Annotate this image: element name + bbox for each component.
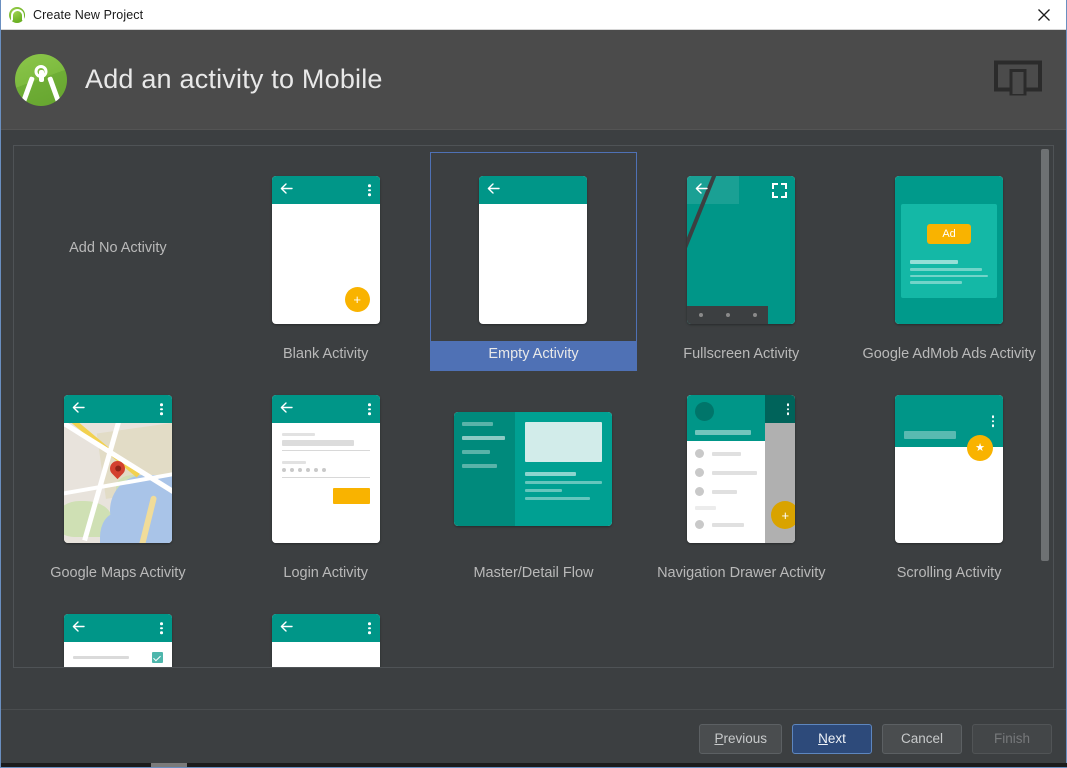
activity-label: Scrolling Activity xyxy=(896,565,1002,581)
back-arrow-icon xyxy=(695,181,708,199)
dialog-header: Add an activity to Mobile xyxy=(1,30,1066,130)
thumbnail-settings-activity xyxy=(15,597,221,667)
fullscreen-expand-icon xyxy=(772,183,788,203)
activity-cell-blank-activity[interactable]: + Blank Activity xyxy=(222,152,430,371)
ad-badge: Ad xyxy=(927,224,972,244)
overflow-menu-icon xyxy=(786,403,790,415)
thumbnail-blank-activity: + xyxy=(223,159,429,341)
activity-label: Master/Detail Flow xyxy=(473,565,594,581)
thumbnail-google-maps-activity xyxy=(15,378,221,560)
login-submit-button-preview xyxy=(332,488,370,504)
thumbnail-empty-activity xyxy=(431,159,637,341)
grid-row xyxy=(14,590,1053,667)
overflow-menu-icon xyxy=(160,622,163,634)
activity-cell-add-no-activity[interactable]: Add No Activity xyxy=(14,152,222,371)
thumbnail-admob-activity: Ad xyxy=(846,159,1052,341)
previous-button-label: revious xyxy=(723,731,767,746)
activity-label: Add No Activity xyxy=(69,240,167,256)
thumbnail-navigation-drawer-activity: + xyxy=(638,378,844,560)
next-button[interactable]: Next xyxy=(792,723,872,754)
previous-button[interactable]: Previous xyxy=(699,723,782,754)
thumbnail-scrolling-activity: ★ xyxy=(846,378,1052,560)
avatar xyxy=(695,402,715,421)
thumbnail-plain-activity xyxy=(223,597,429,667)
activity-label: Google Maps Activity xyxy=(50,565,186,581)
activity-cell-navigation-drawer-activity[interactable]: + Navigation Drawer Activity xyxy=(637,371,845,590)
cancel-button[interactable]: Cancel xyxy=(882,723,962,754)
title-bar: Create New Project xyxy=(1,0,1066,30)
activity-cell-master-detail-flow[interactable]: Master/Detail Flow xyxy=(430,371,638,590)
overflow-menu-icon xyxy=(991,415,995,427)
activity-label: Google AdMob Ads Activity xyxy=(862,346,1036,362)
taskbar-strip xyxy=(1,763,1067,767)
activity-template-grid[interactable]: Add No Activity + Blank Activity Empty A… xyxy=(13,145,1054,668)
map-preview xyxy=(63,423,172,543)
window-title: Create New Project xyxy=(33,7,144,22)
activity-cell-empty-slot-2 xyxy=(637,590,845,667)
activity-label: Login Activity xyxy=(283,565,369,581)
back-arrow-icon xyxy=(280,400,293,418)
back-arrow-icon xyxy=(72,400,85,418)
activity-label: Empty Activity xyxy=(430,341,637,370)
activity-cell-settings-activity[interactable] xyxy=(14,590,222,667)
activity-cell-row3-second[interactable] xyxy=(222,590,430,667)
page-title: Add an activity to Mobile xyxy=(85,64,383,94)
grid-row: Google Maps Activity Login Activity Mast… xyxy=(14,371,1053,590)
activity-cell-fullscreen-activity[interactable]: Fullscreen Activity xyxy=(637,152,845,371)
tablet-phone-form-factor-icon[interactable] xyxy=(994,59,1042,100)
activity-cell-google-maps-activity[interactable]: Google Maps Activity xyxy=(14,371,222,590)
fab-glyph: + xyxy=(353,292,361,307)
activity-cell-scrolling-activity[interactable]: ★ Scrolling Activity xyxy=(845,371,1053,590)
overflow-menu-icon xyxy=(368,622,371,634)
vertical-scrollbar[interactable] xyxy=(1038,147,1052,666)
activity-label: Fullscreen Activity xyxy=(683,346,800,362)
finish-button: Finish xyxy=(972,723,1052,754)
grid-row: Add No Activity + Blank Activity Empty A… xyxy=(14,152,1053,371)
dialog-footer: Previous Next Cancel Finish xyxy=(1,709,1066,767)
android-studio-icon xyxy=(9,6,25,23)
activity-cell-empty-slot-3 xyxy=(845,590,1053,667)
previous-button-mnemonic: P xyxy=(714,731,724,746)
overflow-menu-icon xyxy=(368,403,371,415)
thumbnail-master-detail-flow xyxy=(431,378,637,560)
activity-label: Navigation Drawer Activity xyxy=(657,565,826,581)
thumbnail-login-activity xyxy=(223,378,429,560)
activity-label: Blank Activity xyxy=(282,346,369,362)
scrollbar-thumb[interactable] xyxy=(1041,149,1049,561)
fab-glyph: + xyxy=(781,507,790,523)
back-arrow-icon xyxy=(487,181,501,199)
overflow-menu-icon xyxy=(368,184,371,196)
floating-action-button: ★ xyxy=(967,435,994,461)
activity-cell-empty-activity[interactable]: Empty Activity xyxy=(429,152,638,371)
checkbox-checked-icon xyxy=(151,652,163,663)
back-arrow-icon xyxy=(280,181,293,199)
activity-cell-google-admob-ads-activity[interactable]: Ad Google AdMob Ads Activity xyxy=(845,152,1053,371)
back-arrow-icon xyxy=(72,619,85,637)
activity-cell-empty-slot-1 xyxy=(430,590,638,667)
next-button-label: ext xyxy=(827,731,846,746)
overflow-menu-icon xyxy=(160,403,163,415)
floating-action-button: + xyxy=(771,501,796,529)
android-studio-logo xyxy=(15,53,67,106)
back-arrow-icon xyxy=(280,619,293,637)
floating-action-button: + xyxy=(344,287,370,312)
thumbnail-fullscreen-activity xyxy=(638,159,844,341)
fab-glyph: ★ xyxy=(975,441,986,454)
create-new-project-dialog: Create New Project Add an activity to Mo… xyxy=(0,0,1067,768)
activity-cell-login-activity[interactable]: Login Activity xyxy=(222,371,430,590)
next-button-mnemonic: N xyxy=(818,731,828,746)
close-icon[interactable] xyxy=(1022,0,1066,29)
